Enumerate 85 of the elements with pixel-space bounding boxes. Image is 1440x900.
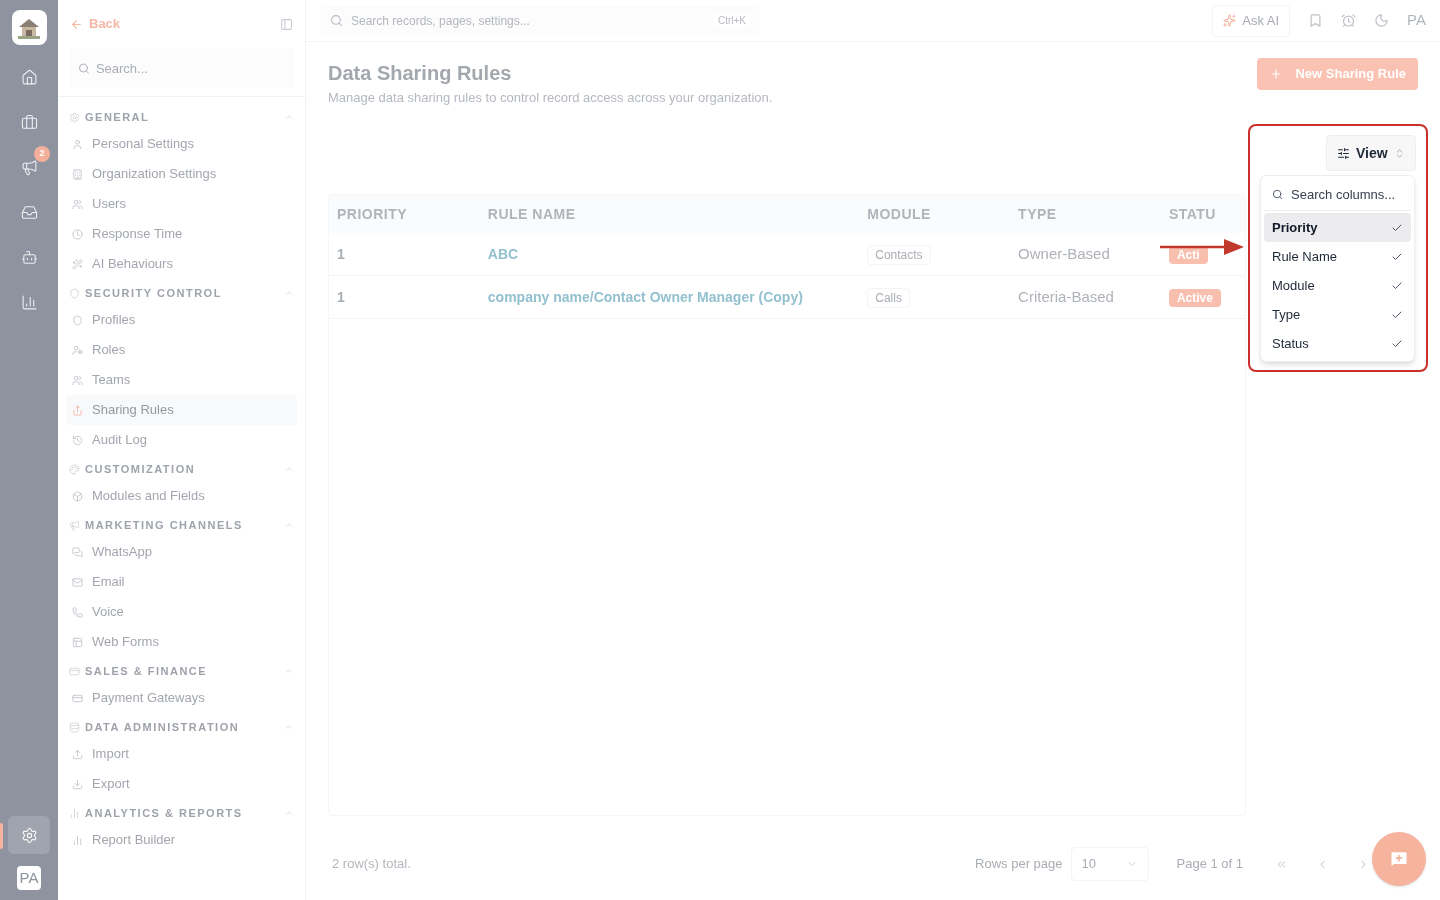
sidebar-item[interactable]: Response Time (66, 219, 297, 249)
priority-cell: 1 (337, 288, 345, 305)
section-heading[interactable]: CUSTOMIZATION (85, 460, 196, 478)
page-title: Data Sharing Rules (328, 61, 513, 86)
sidebar-item[interactable]: Personal Settings (66, 129, 297, 159)
page-subtitle: Manage data sharing rules to control record access across your organization. (328, 89, 773, 107)
sidebar-item-label: Import (92, 745, 129, 764)
column-header: PRIORITY (337, 205, 408, 222)
row-total: 2 row(s) total. (332, 855, 411, 874)
type-cell: Owner-Based (1018, 244, 1110, 262)
user-avatar[interactable]: PA (1407, 9, 1426, 32)
column-header: TYPE (1018, 205, 1057, 222)
sidebar-item[interactable]: Email (66, 567, 297, 597)
column-option[interactable]: Type (1264, 300, 1411, 329)
sidebar-item[interactable]: Roles (66, 335, 297, 365)
column-option-label: Module (1272, 276, 1315, 295)
sidebar-item[interactable]: AI Behaviours (66, 249, 297, 279)
column-option-label: Priority (1272, 218, 1318, 237)
user-avatar[interactable]: PA (17, 866, 41, 890)
sidebar-item-label: Teams (92, 371, 131, 390)
global-search-field[interactable]: Search records, pages, settings... (351, 5, 706, 36)
back-link[interactable]: Back (70, 14, 121, 34)
sidebar-item-label: Modules and Fields (92, 487, 205, 506)
section-heading[interactable]: DATA ADMINISTRATION (85, 718, 240, 736)
sidebar-item[interactable]: Profiles (66, 305, 297, 335)
new-rule-button[interactable]: New Sharing Rule (1257, 58, 1418, 90)
sidebar-item[interactable]: Modules and Fields (66, 481, 297, 511)
priority-cell: 1 (337, 245, 345, 262)
sidebar-item[interactable]: WhatsApp (66, 537, 297, 567)
status-badge: Active (1168, 288, 1221, 307)
column-option-label: Rule Name (1272, 247, 1338, 266)
sidebar-item[interactable]: Export (66, 769, 297, 799)
sidebar-item[interactable]: Import (66, 739, 297, 769)
sidebar-item[interactable]: Sharing Rules (66, 395, 297, 425)
sidebar-item-label: Organization Settings (92, 165, 217, 184)
sidebar-item-label: Response Time (92, 225, 183, 244)
sidebar-item[interactable]: Organization Settings (66, 159, 297, 189)
rows-per-page-label: Rows per page (975, 855, 1063, 874)
type-cell: Criteria-Based (1018, 287, 1114, 305)
sidebar-item-label: Profiles (92, 311, 136, 330)
view-button[interactable]: View (1326, 135, 1416, 171)
sidebar-item-label: AI Behaviours (92, 255, 173, 274)
rule-name-link[interactable]: ABC (487, 245, 519, 262)
sidebar-item-label: Web Forms (92, 633, 159, 652)
column-option[interactable]: Status (1264, 329, 1411, 358)
column-option-label: Type (1272, 305, 1301, 324)
sidebar-item-label: Audit Log (92, 431, 147, 450)
column-option[interactable]: Priority (1264, 213, 1411, 242)
column-option[interactable]: Module (1264, 271, 1411, 300)
sidebar-item-label: Email (92, 573, 125, 592)
column-option-label: Status (1272, 334, 1309, 353)
sidebar-item[interactable]: Voice (66, 597, 297, 627)
notification-badge: 2 (34, 146, 50, 162)
sidebar-item[interactable]: Web Forms (66, 627, 297, 657)
sidebar-item[interactable]: Users (66, 189, 297, 219)
sidebar-item[interactable]: Payment Gateways (66, 683, 297, 713)
sidebar-item-label: Personal Settings (92, 135, 194, 154)
section-heading[interactable]: ANALYTICS & REPORTS (85, 804, 243, 822)
column-header: RULE NAME (487, 205, 576, 222)
sidebar-item-label: WhatsApp (92, 543, 152, 562)
sidebar-item-label: Users (92, 195, 126, 214)
sidebar-item-label: Report Builder (92, 831, 176, 850)
page-info: Page 1 of 1 (1176, 855, 1243, 874)
section-heading[interactable]: MARKETING CHANNELS (85, 516, 243, 534)
sidebar-item-label: Export (92, 775, 130, 794)
ask-ai-button[interactable]: Ask AI (1212, 4, 1291, 37)
column-header: MODULE (867, 205, 931, 222)
sidebar-item-label: Sharing Rules (92, 401, 174, 420)
sidebar-item[interactable]: Audit Log (66, 425, 297, 455)
sidebar-item[interactable]: Teams (66, 365, 297, 395)
sidebar-item[interactable]: Report Builder (66, 825, 297, 855)
sidebar-item-label: Payment Gateways (92, 689, 205, 708)
rule-name-link[interactable]: company name/Contact Owner Manager (Copy) (487, 288, 803, 305)
sidebar-item-label: Voice (92, 603, 124, 622)
module-tag: Contacts (867, 244, 931, 265)
section-heading[interactable]: GENERAL (85, 108, 150, 126)
column-option[interactable]: Rule Name (1264, 242, 1411, 271)
section-heading[interactable]: SALES & FINANCE (85, 662, 208, 680)
page-size-select[interactable]: 10 (1070, 847, 1149, 881)
column-header: STATU (1168, 205, 1216, 222)
sidebar-item-label: Roles (92, 341, 126, 360)
module-tag: Calls (867, 287, 910, 308)
sidebar-search-field[interactable]: Search... (95, 48, 285, 88)
section-heading[interactable]: SECURITY CONTROL (85, 284, 222, 302)
column-search-field[interactable]: Search columns... (1291, 179, 1403, 210)
